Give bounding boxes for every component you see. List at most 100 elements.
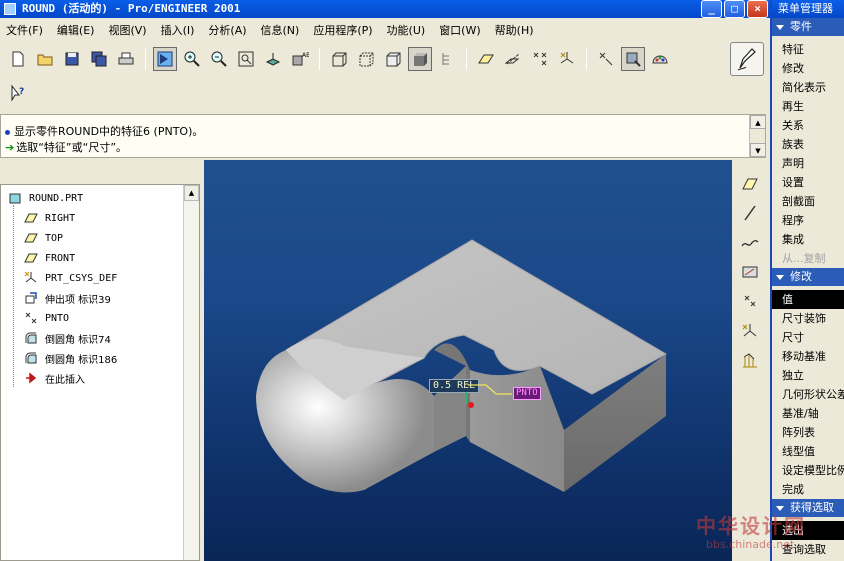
menu-manager-item[interactable]: 几何形状公差 (772, 385, 844, 404)
spin-center-icon[interactable] (594, 47, 618, 71)
close-button[interactable]: × (747, 0, 768, 18)
tree-item[interactable]: 倒圆角 标识74 (23, 329, 111, 347)
menu-utilities[interactable]: 功能(U) (387, 22, 426, 38)
menu-help[interactable]: 帮助(H) (495, 22, 534, 38)
menu-manager-item[interactable]: 集成 (772, 230, 844, 249)
menu-manager-item[interactable]: 声明 (772, 154, 844, 173)
menu-window[interactable]: 窗口(W) (439, 22, 480, 38)
save-icon[interactable] (60, 47, 84, 71)
scroll-down-icon[interactable]: ▼ (750, 143, 766, 157)
sketcher-pen-icon[interactable] (730, 42, 764, 76)
svg-text:AB: AB (302, 52, 309, 59)
menu-analysis[interactable]: 分析(A) (208, 22, 246, 38)
scroll-up-icon[interactable]: ▲ (184, 185, 199, 201)
menu-manager-item[interactable]: 修改 (772, 59, 844, 78)
tree-item[interactable]: PRT_CSYS_DEF (23, 269, 117, 287)
menu-manager-item[interactable]: 阵列表 (772, 423, 844, 442)
tree-item[interactable]: 在此插入 (23, 369, 85, 387)
minimize-button[interactable]: _ (701, 0, 722, 18)
print-icon[interactable] (114, 47, 138, 71)
menu-edit[interactable]: 编辑(E) (57, 22, 95, 38)
open-folder-icon[interactable] (33, 47, 57, 71)
menu-manager-item[interactable]: 值 (772, 290, 844, 309)
part-model[interactable] (204, 160, 732, 561)
datum-planes-toggle-icon[interactable] (474, 47, 498, 71)
csys-tool-icon[interactable] (738, 319, 762, 342)
menu-manager-item[interactable]: 族表 (772, 135, 844, 154)
hidden-line-icon[interactable] (354, 47, 378, 71)
zoom-out-icon[interactable] (207, 47, 231, 71)
repaint-icon[interactable] (153, 47, 177, 71)
menu-insert[interactable]: 插入(I) (161, 22, 195, 38)
tree-item[interactable]: RIGHT (23, 209, 75, 227)
color-appearance-icon[interactable] (648, 47, 672, 71)
menu-manager-item[interactable]: 尺寸 (772, 328, 844, 347)
tree-item-label: 倒圆角 标识74 (45, 334, 111, 346)
analysis-feature-tool-icon[interactable] (738, 349, 762, 372)
menu-section-header[interactable]: 修改 (772, 268, 844, 286)
prompt-arrow-icon: ➔ (5, 141, 15, 154)
shading-icon[interactable] (408, 47, 432, 71)
graphics-window[interactable]: 0.5 REL PNTO (204, 160, 732, 561)
menu-manager-item[interactable]: 设定模型比例 (772, 461, 844, 480)
orient-icon[interactable] (261, 47, 285, 71)
menu-manager-item[interactable]: 关系 (772, 116, 844, 135)
menu-manager-item[interactable]: 再生 (772, 97, 844, 116)
part-icon (7, 191, 23, 205)
save-copy-icon[interactable] (87, 47, 111, 71)
menu-manager-item[interactable]: 尺寸装饰 (772, 309, 844, 328)
sketched-datum-tool-icon[interactable] (738, 260, 762, 283)
tree-item[interactable]: PNTO (23, 309, 69, 327)
tree-item[interactable]: 倒圆角 标识186 (23, 349, 117, 367)
datum-plane-tool-icon[interactable] (738, 172, 762, 195)
menu-manager-item[interactable]: 程序 (772, 211, 844, 230)
menu-manager-item[interactable]: 基准/轴 (772, 404, 844, 423)
menu-applications[interactable]: 应用程序(P) (313, 22, 372, 38)
help-toolbar: ? (0, 78, 40, 108)
tree-item-label: RIGHT (45, 212, 76, 224)
tree-item[interactable]: TOP (23, 229, 63, 247)
datum-axes-toggle-icon[interactable] (501, 47, 525, 71)
datum-point-label[interactable]: PNTO (513, 387, 541, 400)
message-scrollbar[interactable]: ▲ ▼ (749, 115, 766, 157)
menu-section-header[interactable]: 零件 (772, 18, 844, 36)
new-file-icon[interactable] (6, 47, 30, 71)
tree-item[interactable]: FRONT (23, 249, 75, 267)
menu-info[interactable]: 信息(N) (261, 22, 300, 38)
dimension-label[interactable]: 0.5 REL (429, 379, 480, 393)
collapse-triangle-icon[interactable] (776, 24, 784, 30)
no-hidden-icon[interactable] (381, 47, 405, 71)
model-tree-icon[interactable] (435, 47, 459, 71)
menu-manager-item[interactable]: 线型值 (772, 442, 844, 461)
refit-icon[interactable] (234, 47, 258, 71)
scroll-up-icon[interactable]: ▲ (750, 115, 766, 129)
datum-curve-tool-icon[interactable] (738, 231, 762, 254)
tree-item[interactable]: 伸出项 标识39 (23, 289, 111, 307)
tree-item-label: 倒圆角 标识186 (45, 354, 118, 366)
menu-manager-item[interactable]: 完成 (772, 480, 844, 499)
menu-manager-item[interactable]: 简化表示 (772, 78, 844, 97)
context-help-icon[interactable]: ? (6, 81, 30, 105)
menu-file[interactable]: 文件(F) (6, 22, 43, 38)
collapse-triangle-icon[interactable] (776, 274, 784, 280)
annotation-icon[interactable] (621, 47, 645, 71)
tree-root[interactable]: ROUND.PRT (7, 189, 83, 207)
csys-toggle-icon[interactable] (555, 47, 579, 71)
maximize-button[interactable]: □ (724, 0, 745, 18)
menu-manager-item[interactable]: 剖截面 (772, 192, 844, 211)
menu-manager-item[interactable]: 移动基准 (772, 347, 844, 366)
menu-view[interactable]: 视图(V) (108, 22, 146, 38)
datum-axis-tool-icon[interactable] (738, 201, 762, 224)
menu-manager-item[interactable]: 设置 (772, 173, 844, 192)
menu-manager-item[interactable]: 独立 (772, 366, 844, 385)
menu-manager-item[interactable]: 特征 (772, 40, 844, 59)
tree-scrollbar[interactable]: ▲ (183, 185, 199, 560)
saved-views-icon[interactable]: AB (288, 47, 312, 71)
watermark-url: bbs.chinade.net (706, 538, 795, 551)
menu-bar: 文件(F) 编辑(E) 视图(V) 插入(I) 分析(A) 信息(N) 应用程序… (0, 20, 770, 40)
wireframe-icon[interactable] (327, 47, 351, 71)
datum-points-toggle-icon[interactable] (528, 47, 552, 71)
zoom-in-icon[interactable] (180, 47, 204, 71)
tree-item-label: PNTO (45, 312, 70, 324)
datum-point-tool-icon[interactable] (738, 290, 762, 313)
